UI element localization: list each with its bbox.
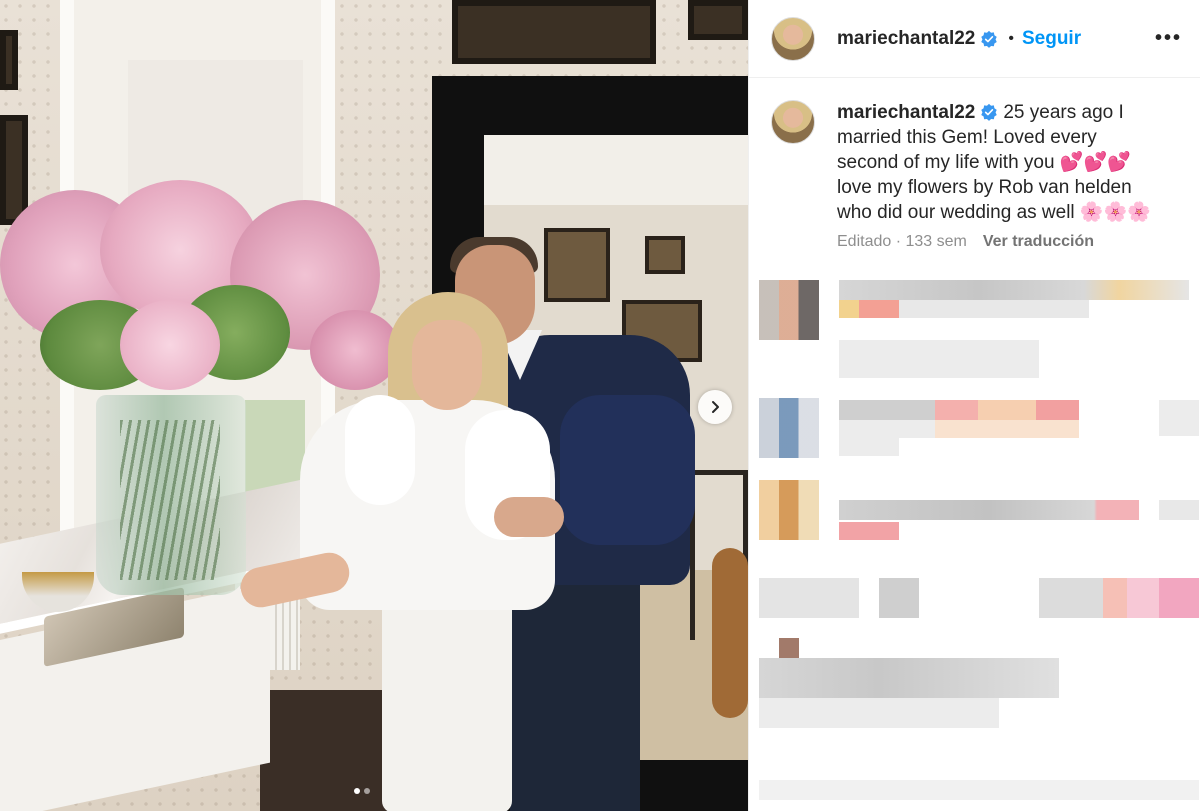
caption: mariechantal22 25 years ago I married th… — [749, 78, 1200, 225]
post-header: mariechantal22 • Seguir ••• — [749, 0, 1200, 78]
woman-trousers — [382, 588, 512, 811]
see-translation-button[interactable]: Ver traducción — [983, 233, 1094, 251]
caption-body: mariechantal22 25 years ago I married th… — [837, 100, 1157, 225]
username-link[interactable]: mariechantal22 — [837, 28, 975, 50]
man-hand — [494, 497, 564, 537]
comment-text-blurred — [839, 438, 899, 456]
avatar[interactable] — [771, 16, 815, 61]
comment-like-blurred — [1159, 400, 1199, 436]
flower-stems — [120, 420, 220, 580]
comment-text-blurred — [839, 400, 1079, 420]
post-photo[interactable] — [0, 0, 748, 811]
verified-badge-icon — [981, 30, 998, 48]
caption-avatar[interactable] — [771, 100, 815, 144]
carousel-dot-active — [354, 788, 360, 794]
reflected-painting — [645, 236, 685, 274]
dog — [712, 548, 748, 718]
comment-text-blurred — [839, 340, 1039, 378]
comment-text-blurred — [839, 280, 1189, 300]
more-options-icon[interactable]: ••• — [1155, 27, 1182, 50]
comment-text-blurred — [839, 300, 1089, 318]
reflected-painting — [544, 228, 610, 302]
comment-text-blurred — [839, 522, 899, 540]
painting — [0, 30, 18, 90]
comment-text-blurred — [1039, 578, 1199, 618]
next-slide-button[interactable] — [698, 390, 732, 424]
comment-like-blurred — [1159, 500, 1199, 520]
comment-text-blurred — [759, 578, 859, 618]
follow-button[interactable]: Seguir — [1022, 28, 1081, 50]
comment-avatar-blurred — [779, 638, 799, 658]
comment-text-blurred — [839, 500, 1139, 520]
comment-text-blurred — [759, 658, 1059, 698]
caption-meta: Editado · 133 sem Ver traducción — [837, 233, 1200, 251]
comment-avatar-blurred — [759, 280, 819, 340]
comment-text-blurred — [839, 420, 1079, 438]
comment-text-blurred — [759, 698, 999, 728]
mirror-ceiling — [484, 135, 748, 205]
post-sidebar: mariechantal22 • Seguir ••• mariechantal… — [748, 0, 1200, 811]
comment-avatar-blurred — [759, 480, 819, 540]
woman-face — [412, 320, 482, 410]
painting — [452, 0, 656, 64]
comment-text-blurred — [879, 578, 919, 618]
peony-cluster — [310, 310, 400, 390]
peony-cluster — [120, 300, 220, 390]
carousel-dot — [364, 788, 370, 794]
edited-timestamp: Editado · 133 sem — [837, 233, 967, 250]
verified-badge-icon — [981, 103, 998, 121]
man-arm — [560, 395, 695, 545]
blurred-comments — [749, 270, 1200, 811]
carousel-indicator — [354, 788, 370, 794]
comment-avatar-blurred — [759, 398, 819, 458]
painting — [688, 0, 748, 40]
comment-text-blurred — [759, 780, 1199, 800]
caption-username-link[interactable]: mariechantal22 — [837, 102, 975, 123]
chevron-right-icon — [712, 401, 719, 413]
blouse-ruffle — [345, 395, 415, 505]
separator-dot: • — [1008, 29, 1014, 47]
